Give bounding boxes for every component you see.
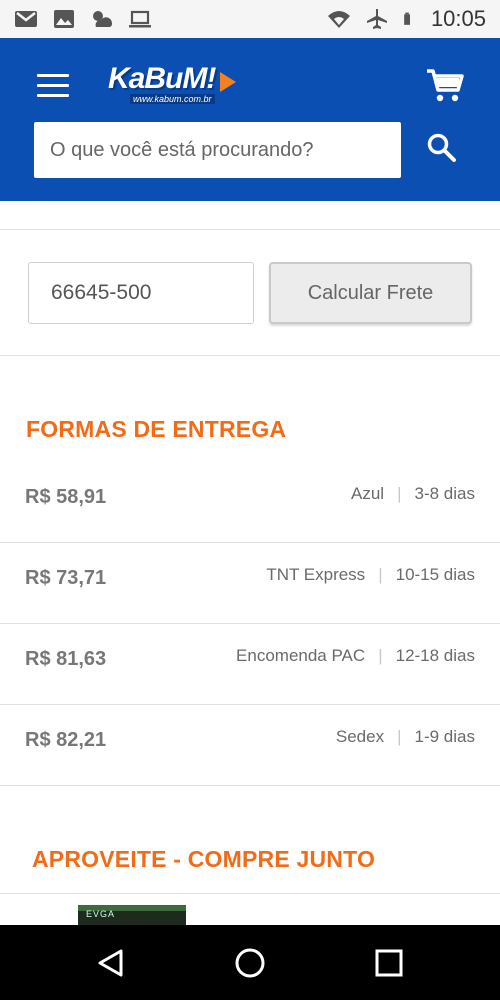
gmail-icon [15, 11, 37, 27]
shipping-meta: Azul | 3-8 dias [351, 484, 475, 504]
shipping-price: R$ 82,21 [25, 729, 107, 751]
wifi-icon [327, 11, 350, 28]
cart-icon[interactable] [426, 68, 464, 104]
shipping-method: Sedex [335, 727, 385, 746]
status-bar: 10:05 [0, 0, 500, 38]
airplane-icon [366, 9, 387, 29]
search-icon[interactable] [426, 132, 458, 164]
separator: | [378, 646, 383, 665]
shipping-meta: TNT Express | 10-15 dias [266, 565, 475, 585]
search-input[interactable] [34, 122, 401, 178]
kabum-logo[interactable]: KaBuM! www.kabum.com.br [108, 62, 238, 110]
divider [0, 355, 500, 356]
shipping-time: 1-9 dias [414, 727, 475, 746]
recents-icon[interactable] [373, 947, 405, 979]
shipping-option: R$ 73,71 TNT Express | 10-15 dias [0, 543, 500, 624]
shipping-method: Azul [351, 484, 385, 503]
product-image[interactable]: EVGA [78, 905, 186, 927]
weather-icon [93, 11, 113, 27]
back-icon[interactable] [95, 947, 127, 979]
shipping-option: R$ 82,21 Sedex | 1-9 dias [0, 705, 500, 786]
system-icons: 10:05 [327, 6, 486, 32]
shipping-time: 3-8 dias [414, 484, 475, 503]
shipping-method: TNT Express [266, 565, 366, 584]
shipping-meta: Encomenda PAC | 12-18 dias [236, 646, 475, 666]
logo-url: www.kabum.com.br [130, 94, 215, 104]
delivery-section-title: FORMAS DE ENTREGA [26, 416, 287, 442]
shipping-price: R$ 73,71 [25, 567, 107, 589]
divider [0, 893, 500, 894]
image-icon [54, 10, 74, 28]
separator: | [397, 727, 402, 746]
shipping-option: R$ 81,63 Encomenda PAC | 12-18 dias [0, 624, 500, 705]
shipping-price: R$ 58,91 [25, 486, 107, 508]
separator: | [378, 565, 383, 584]
product-brand: EVGA [86, 909, 116, 919]
shipping-time: 12-18 dias [395, 646, 475, 665]
battery-icon [404, 12, 410, 25]
divider [0, 785, 500, 786]
laptop-icon [129, 10, 151, 28]
shipping-option: R$ 58,91 Azul | 3-8 dias [0, 462, 500, 543]
home-icon[interactable] [234, 947, 266, 979]
logo-wordmark: KaBuM! [108, 62, 216, 95]
cep-input[interactable] [29, 263, 253, 323]
navigation-bar [0, 925, 500, 1000]
calcular-frete-button[interactable]: Calcular Frete [269, 262, 472, 324]
separator: | [397, 484, 402, 503]
notification-icons [14, 8, 152, 30]
clock: 10:05 [430, 6, 486, 31]
divider [0, 229, 500, 230]
app-header: KaBuM! www.kabum.com.br [0, 38, 500, 201]
shipping-price: R$ 81,63 [25, 648, 107, 670]
search-field[interactable] [34, 122, 401, 178]
combo-section-title: APROVEITE - COMPRE JUNTO [32, 846, 376, 872]
shipping-method: Encomenda PAC [236, 646, 366, 665]
logo-arrow-icon [220, 72, 236, 92]
menu-icon[interactable] [37, 74, 69, 98]
cep-field[interactable] [28, 262, 254, 324]
shipping-time: 10-15 dias [395, 565, 475, 584]
shipping-meta: Sedex | 1-9 dias [336, 727, 475, 747]
